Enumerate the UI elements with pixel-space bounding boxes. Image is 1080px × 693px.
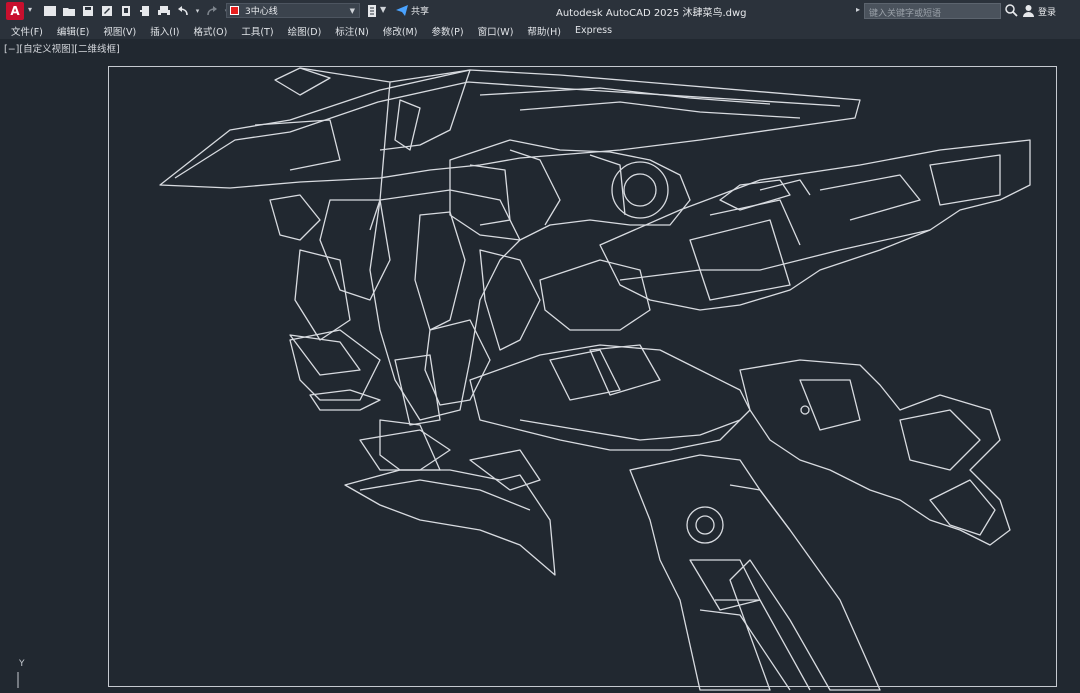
torso	[269, 189, 651, 426]
mecha-line-drawing[interactable]	[0, 0, 1080, 693]
ucs-y-label: Y	[19, 659, 25, 669]
upper-arm	[449, 139, 691, 241]
waist	[469, 344, 751, 451]
lower-left-wing	[344, 419, 556, 576]
leg	[629, 454, 881, 691]
